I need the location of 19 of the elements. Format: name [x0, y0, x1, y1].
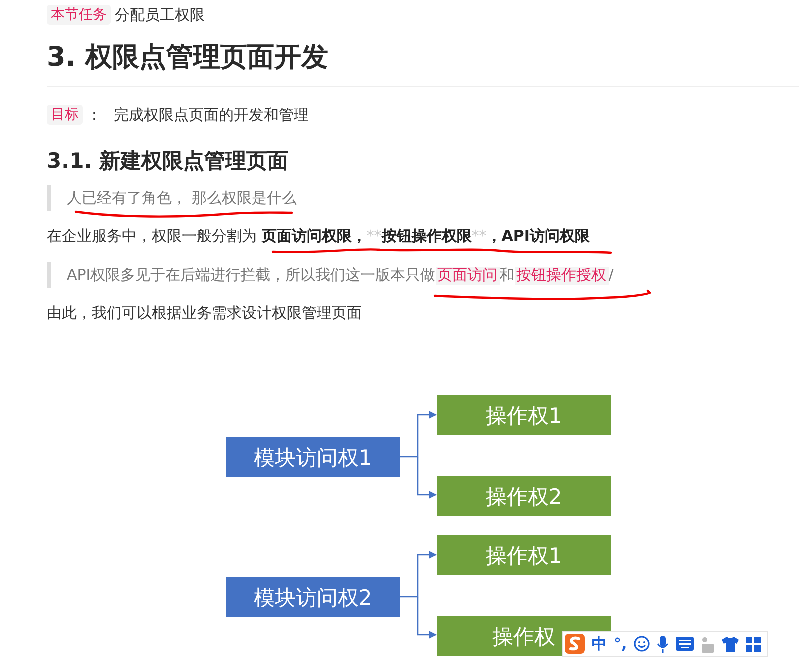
goal-separator: ： [87, 106, 102, 124]
paragraph: 在企业服务中，权限一般分割为 页面访问权限，**按钮操作权限**，API访问权限 [47, 227, 590, 246]
quote-text: API权限多见于在后端进行拦截，所以我们这一版本只做页面访问 和按钮操作授权/ [67, 266, 614, 284]
operation-label: 操作权1 [486, 544, 562, 568]
section-heading: 3.1. 新建权限点管理页面 [46, 148, 290, 175]
goal-tag: 目标 [47, 105, 83, 125]
task-text: 分配员工权限 [115, 6, 205, 24]
ime-punctuation-toggle[interactable]: °, [614, 635, 628, 653]
paragraph: 由此，我们可以根据业务需求设计权限管理页面 [47, 304, 362, 323]
page-heading: 3. 权限点管理页面开发 [46, 41, 330, 75]
operation-label: 操作权 [492, 625, 556, 649]
operation-label: 操作权2 [486, 485, 562, 509]
task-tag: 本节任务 [47, 5, 111, 25]
ime-mode-toggle[interactable]: 中 [592, 634, 607, 654]
quote-text: 人已经有了角色， 那么权限是什么 [67, 188, 297, 208]
module-label: 模块访问权2 [254, 586, 372, 610]
goal-text: 完成权限点页面的开发和管理 [114, 106, 309, 124]
module-label: 模块访问权1 [254, 446, 372, 470]
operation-label: 操作权1 [486, 404, 562, 428]
